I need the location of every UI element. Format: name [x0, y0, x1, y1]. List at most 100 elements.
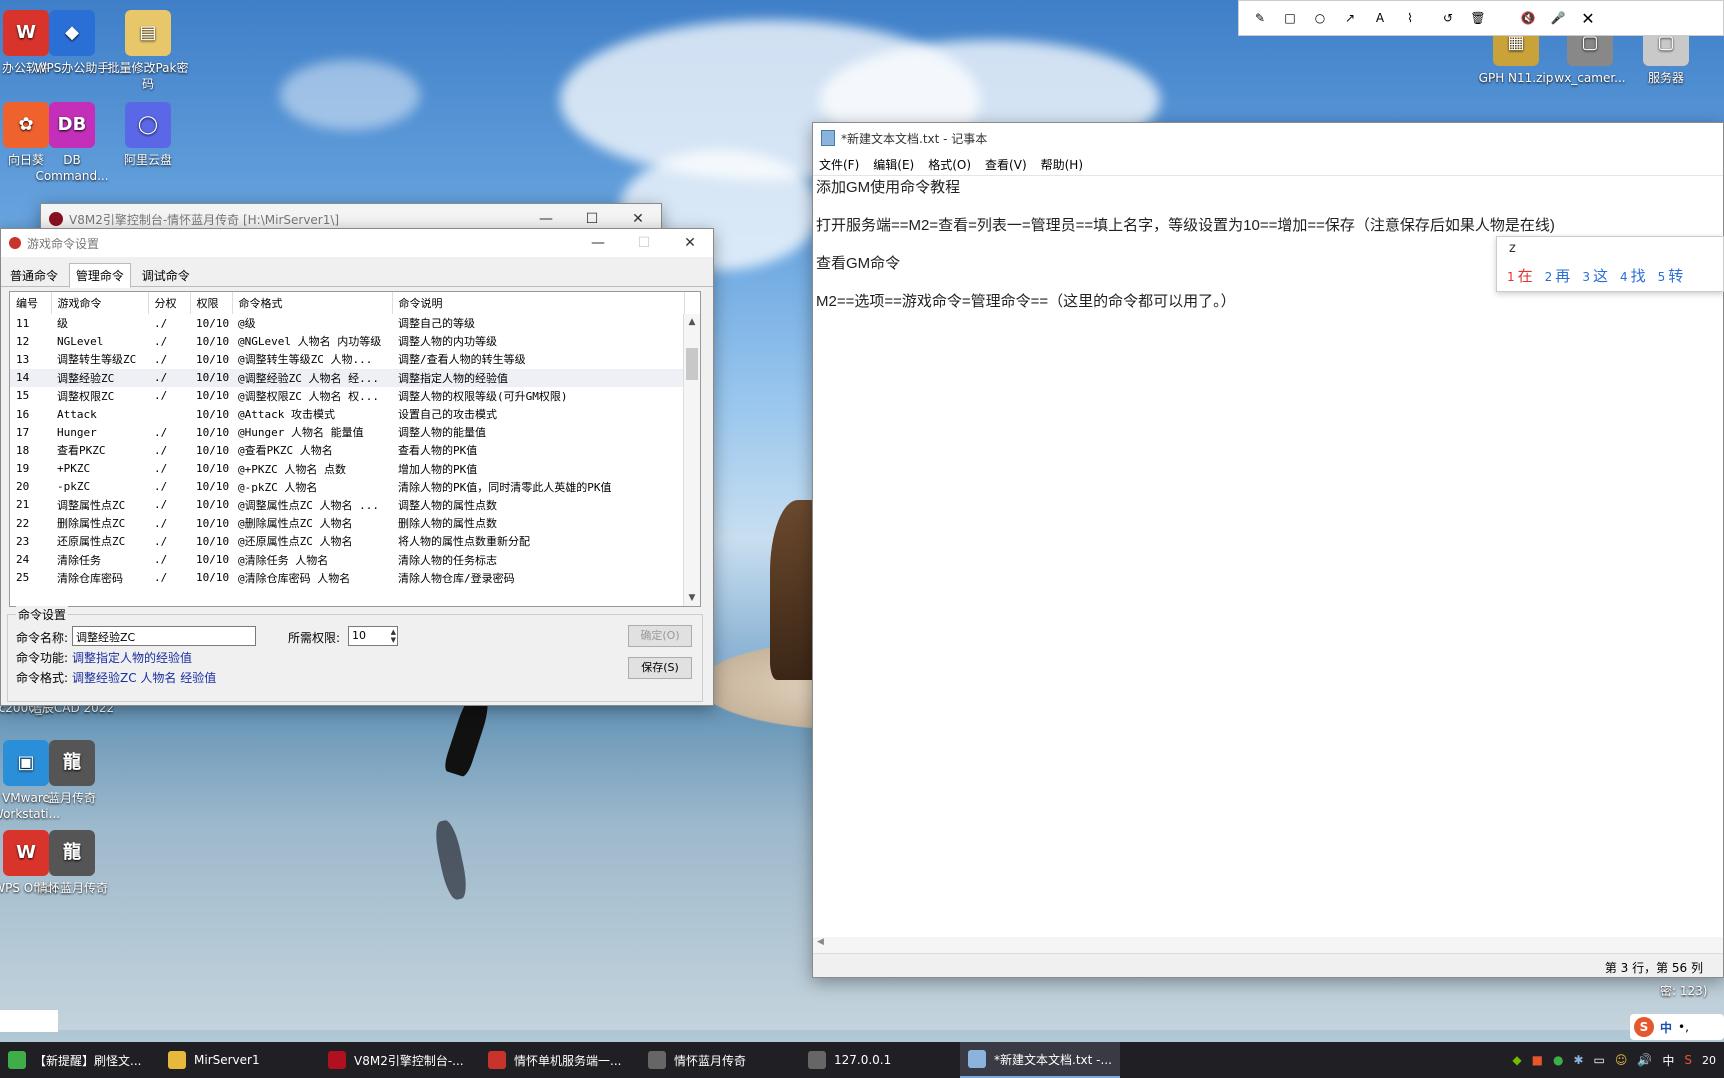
column-header[interactable]: 命令说明 [392, 292, 685, 314]
table-row[interactable]: 23 还原属性点ZC ./ 10/10 @还原属性点ZC 人物名 将人物的属性点数重新分配 [10, 532, 684, 550]
taskbar-app-icon [648, 1051, 666, 1069]
scroll-thumb[interactable] [686, 348, 698, 380]
rect-icon[interactable]: □ [1277, 11, 1303, 25]
table-row[interactable]: 16 Attack 10/10 @Attack 攻击模式 设置自己的攻击模式 [10, 405, 684, 423]
taskbar-app-icon [968, 1050, 986, 1068]
candidate-number: 1 [1507, 270, 1515, 284]
trash-icon[interactable]: 🗑 [1465, 11, 1491, 25]
tab-normal-commands[interactable]: 普通命令 [3, 263, 65, 288]
column-header[interactable]: 编号 [10, 292, 52, 314]
taskbar-item[interactable]: *新建文本文档.txt -... [960, 1042, 1120, 1078]
scroll-down-icon[interactable]: ▼ [684, 590, 700, 606]
clock[interactable]: 20 [1702, 1054, 1716, 1067]
table-cell: 10/10 [196, 407, 230, 421]
column-header[interactable]: 分权 [148, 292, 191, 314]
save-button[interactable]: 保存(S) [628, 657, 692, 679]
ime-candidate[interactable]: 3这 [1582, 265, 1608, 286]
close-icon[interactable]: ✕ [1575, 9, 1601, 28]
desktop-icon[interactable]: ◯ 阿里云盘 [102, 102, 194, 168]
table-row[interactable]: 12 NGLevel ./ 10/10 @NGLevel 人物名 内功等级 调整人物的内功… [10, 332, 684, 350]
ime-candidate[interactable]: 5转 [1658, 265, 1684, 286]
bluetooth-icon[interactable]: ✱ [1573, 1053, 1583, 1067]
table-cell: 清除人物仓库/登录密码 [398, 571, 515, 585]
taskbar-item-label: V8M2引擎控制台-... [354, 1053, 464, 1068]
table-row[interactable]: 21 调整属性点ZC ./ 10/10 @调整属性点ZC 人物名 ... 调整人物的属性点… [10, 496, 684, 514]
taskbar-item[interactable]: V8M2引擎控制台-... [320, 1042, 480, 1078]
command-name-field[interactable]: 调整经验ZC [72, 626, 256, 646]
taskbar-item[interactable]: MirServer1 [160, 1042, 320, 1078]
menu-file[interactable]: 文件(F) [819, 156, 859, 173]
table-row[interactable]: 25 清除仓库密码 ./ 10/10 @清除仓库密码 人物名 清除人物仓库/登录密码 [10, 569, 684, 587]
table-cell: ./ [154, 498, 168, 512]
permission-stepper[interactable]: 10 ▲ ▼ [348, 626, 398, 646]
scroll-up-icon[interactable]: ▲ [684, 314, 700, 330]
desktop-icon[interactable]: 龍蓝月传奇 [26, 740, 118, 806]
stepper-arrows-icon[interactable]: ▲ ▼ [391, 628, 396, 644]
app-tray-icon[interactable]: ■ [1532, 1053, 1543, 1067]
table-cell: @调整转生等级ZC 人物... [238, 353, 373, 367]
candidate-number: 5 [1657, 270, 1666, 284]
table-row[interactable]: 20 -pkZC ./ 10/10 @-pkZC 人物名 清除人物的PK值，同时清零此人英… [10, 478, 684, 496]
minimize-icon[interactable]: — [523, 211, 569, 227]
column-header[interactable]: 命令格式 [232, 292, 393, 314]
table-cell: 调整人物的能量值 [398, 426, 486, 440]
table-row[interactable]: 24 清除任务 ./ 10/10 @清除任务 人物名 清除人物的任务标志 [10, 550, 684, 568]
table-row[interactable]: 18 查看PKZC ./ 10/10 @查看PKZC 人物名 查看人物的PK值 [10, 441, 684, 459]
desktop-icon[interactable]: 龍情怀蓝月传奇 [26, 830, 118, 896]
highlight-icon[interactable]: ⌇ [1397, 11, 1423, 25]
column-header[interactable]: 权限 [190, 292, 233, 314]
user-icon[interactable]: ☺ [1615, 1053, 1628, 1067]
ime-candidate[interactable]: 1在 [1507, 265, 1533, 286]
mic-icon[interactable]: 🎤 [1545, 11, 1571, 25]
table-row[interactable]: 19 +PKZC ./ 10/10 @+PKZC 人物名 点数 增加人物的PK值 [10, 460, 684, 478]
app-icon: ◯ [125, 102, 171, 148]
menu-help[interactable]: 帮助(H) [1041, 156, 1083, 173]
maximize-icon[interactable]: ☐ [569, 211, 615, 227]
table-row[interactable]: 14 调整经验ZC ./10/10 @调整经验ZC 人物名 经... 调整指定人物的经验… [10, 368, 684, 387]
nvidia-icon[interactable]: ◆ [1512, 1053, 1521, 1067]
table-cell: ./ [154, 425, 168, 439]
vertical-scrollbar[interactable]: ▲ ▼ [683, 314, 700, 606]
table-row[interactable]: 17 Hunger ./ 10/10 @Hunger 人物名 能量值 调整人物的能量值 [10, 423, 684, 441]
password-hint-text: 密: 123) [1660, 984, 1708, 998]
close-icon[interactable]: ✕ [615, 211, 661, 227]
table-cell: ./ [154, 316, 168, 330]
tab-admin-commands[interactable]: 管理命令 [68, 263, 131, 288]
menu-view[interactable]: 查看(V) [985, 156, 1027, 173]
table-cell: ./ [154, 553, 168, 567]
sogou-tray-icon[interactable]: S [1684, 1053, 1692, 1067]
table-row[interactable]: 22 删除属性点ZC ./ 10/10 @删除属性点ZC 人物名 删除人物的属性点数 [10, 514, 684, 532]
minimize-icon[interactable]: — [575, 235, 621, 251]
menu-format[interactable]: 格式(O) [928, 156, 971, 173]
ime-candidate[interactable]: 2再 [1545, 265, 1571, 286]
arrow-icon[interactable]: ↗ [1337, 11, 1363, 25]
network-icon[interactable]: ▭ [1594, 1053, 1605, 1067]
column-header[interactable]: 游戏命令 [51, 292, 149, 314]
table-row[interactable]: 13 调整转生等级ZC ./ 10/10 @调整转生等级ZC 人物... 调整/查看人物的… [10, 350, 684, 368]
table-cell: 12 [16, 334, 30, 348]
tab-debug-commands[interactable]: 调试命令 [135, 263, 197, 288]
undo-icon[interactable]: ↺ [1435, 11, 1461, 25]
input-lang[interactable]: 中 [1662, 1052, 1674, 1069]
taskbar-item[interactable]: 情怀蓝月传奇 [640, 1042, 800, 1078]
mute-icon[interactable]: 🔇 [1515, 11, 1541, 25]
volume-icon[interactable]: 🔊 [1637, 1053, 1652, 1067]
wechat-icon[interactable]: ● [1553, 1053, 1563, 1067]
taskbar-item[interactable]: 【新提醒】刷怪文... [0, 1042, 160, 1078]
desktop-icon[interactable]: ▤ 批量修改Pak密码 [102, 10, 194, 92]
table-row[interactable]: 15 调整权限ZC ./ 10/10 @调整权限ZC 人物名 权... 调整人物的权限等级… [10, 387, 684, 405]
table-cell: 10/10 [196, 480, 230, 494]
horizontal-scrollbar[interactable]: ◀ [813, 937, 1723, 953]
ime-status-widget[interactable]: S 中 •, [1630, 1014, 1724, 1040]
table-cell: 还原属性点ZC [57, 535, 126, 549]
table-row[interactable]: 11 级 ./ 10/10 @级 调整自己的等级 [10, 314, 684, 332]
taskbar-item[interactable]: 127.0.0.1 [800, 1042, 960, 1078]
circle-icon[interactable]: ○ [1307, 11, 1333, 25]
command-name-label: 命令名称: [16, 631, 69, 645]
menu-edit[interactable]: 编辑(E) [873, 156, 914, 173]
taskbar-item[interactable]: 情怀单机服务端一... [480, 1042, 640, 1078]
pencil-icon[interactable]: ✎ [1247, 11, 1273, 25]
close-icon[interactable]: ✕ [667, 235, 713, 251]
ime-candidate[interactable]: 4找 [1620, 265, 1646, 286]
text-icon[interactable]: A [1367, 11, 1393, 25]
